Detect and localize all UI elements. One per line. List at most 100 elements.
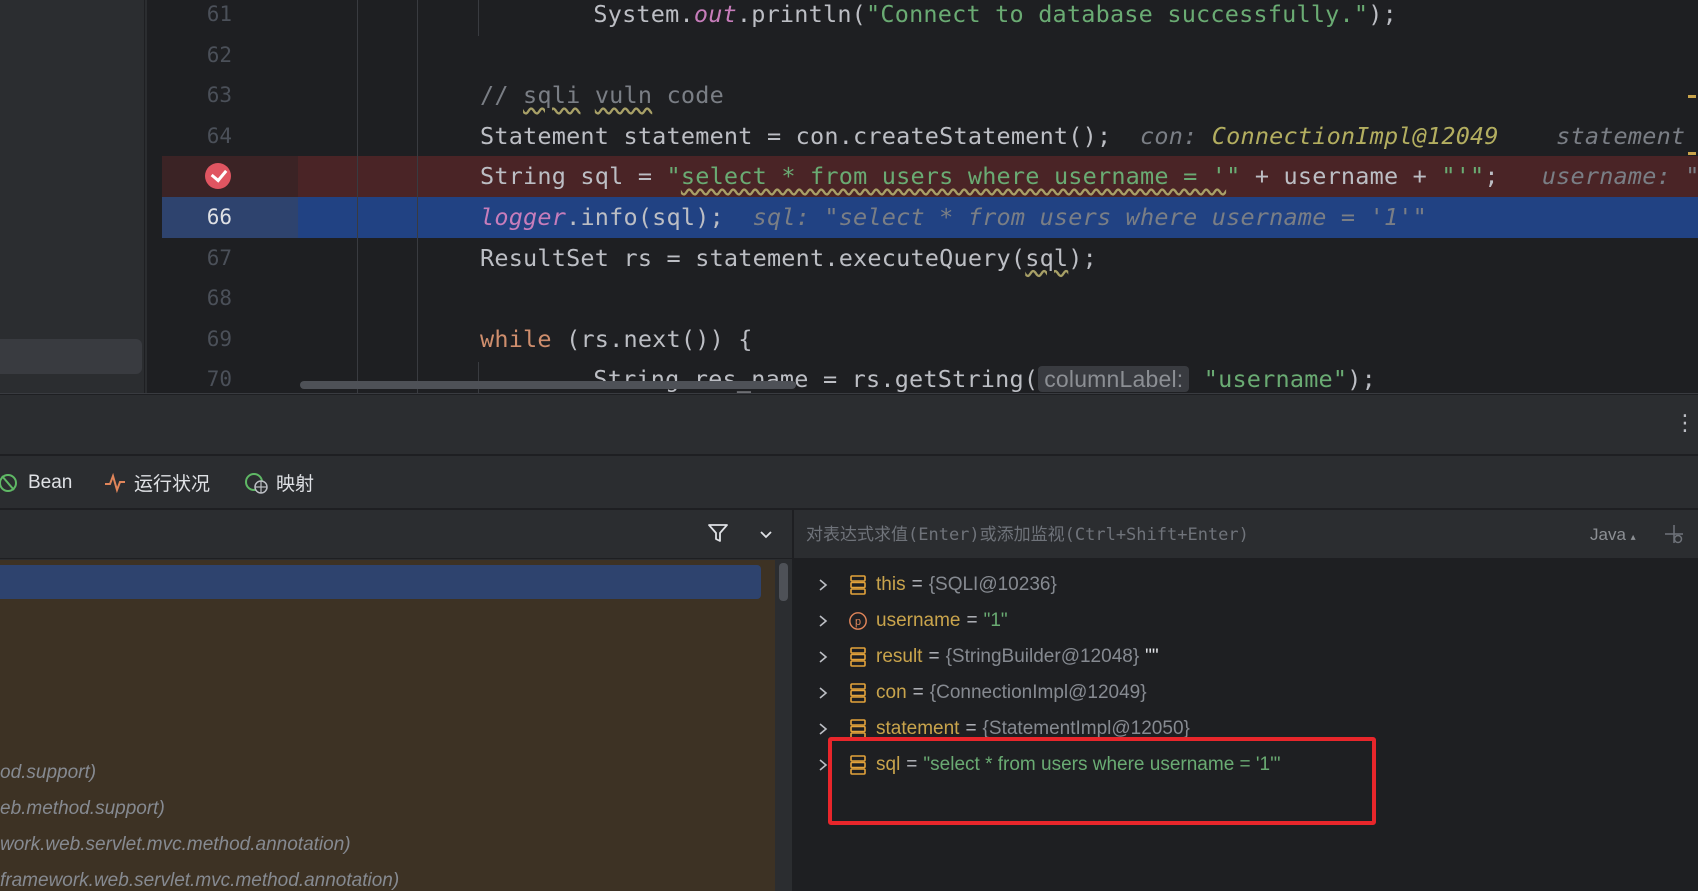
- selected-frame[interactable]: [0, 565, 761, 599]
- code-line[interactable]: 61 System.out.println("Connect to databa…: [162, 0, 1698, 35]
- expand-arrow-icon[interactable]: [818, 578, 830, 592]
- code-text: while (rs.next()) {: [480, 319, 753, 359]
- variable-name: username: [876, 610, 961, 631]
- code-text: System.out.println("Connect to database …: [536, 0, 1397, 34]
- tab-label: Bean: [28, 471, 73, 493]
- frame-item[interactable]: framework.web.servlet.mvc.method.annotat…: [0, 863, 760, 891]
- indent-guide: [357, 0, 358, 394]
- code-token: username: "1": [1541, 162, 1698, 191]
- more-options-button[interactable]: ⋮: [1674, 409, 1696, 439]
- code-token: select * from users where username = ': [680, 162, 1227, 191]
- code-line[interactable]: 68: [162, 278, 1698, 319]
- code-token: statement: [1498, 121, 1686, 150]
- frame-item[interactable]: od.support): [0, 755, 760, 791]
- frames-scrollbar[interactable]: [779, 563, 788, 601]
- code-token: while: [480, 324, 552, 353]
- line-number: 61: [206, 2, 232, 26]
- code-line[interactable]: 62: [162, 35, 1698, 76]
- horizontal-scrollbar[interactable]: [300, 381, 796, 389]
- param-icon: p: [848, 610, 868, 632]
- line-number: 69: [206, 326, 232, 351]
- svg-text:p: p: [855, 616, 861, 628]
- annotation-highlight-box: [828, 737, 1376, 825]
- error-stripe[interactable]: [1686, 0, 1698, 394]
- code-line[interactable]: 66 logger.info(sql); sql: "select * from …: [162, 197, 1698, 238]
- code-token: "'": [1441, 162, 1485, 191]
- code-token: sql: "select * from users where username…: [752, 203, 1427, 231]
- code-token: .println(: [736, 0, 867, 28]
- code-token: con:: [1140, 121, 1212, 150]
- code-token: code: [652, 81, 724, 110]
- code-token: ResultSet rs = statement.executeQuery(: [480, 243, 1026, 272]
- code-token: sqli: [523, 81, 581, 110]
- code-text: // sqli vuln code: [480, 75, 724, 115]
- breakpoint-icon[interactable]: [205, 163, 231, 189]
- frames-list[interactable]: od.support) eb.method.support) work.web.…: [0, 560, 775, 891]
- variable-row-result[interactable]: result = {StringBuilder@12048} "": [794, 639, 1698, 675]
- equals-sign: =: [928, 646, 940, 667]
- code-editor[interactable]: 61 System.out.println("Connect to databa…: [0, 0, 1698, 394]
- code-token: String sql =: [480, 162, 667, 191]
- frames-panel: od.support) eb.method.support) work.web.…: [0, 510, 793, 891]
- tab-label: 运行状况: [134, 474, 211, 495]
- code-token: vuln: [594, 81, 653, 110]
- equals-sign: =: [911, 574, 923, 595]
- line-number: 66: [206, 205, 232, 229]
- filter-icon[interactable]: [707, 522, 729, 548]
- variable-row-con[interactable]: con = {ConnectionImpl@12049}: [794, 675, 1698, 711]
- project-panel-edge: [0, 0, 147, 394]
- variable-value: "1": [983, 610, 1008, 631]
- debug-tabs: Bean 运行状况 映射: [0, 456, 1698, 509]
- field-icon: [848, 682, 868, 704]
- project-panel-selected-item[interactable]: [0, 339, 142, 374]
- expand-arrow-icon[interactable]: [818, 722, 830, 736]
- health-icon: [104, 472, 126, 493]
- variable-name: result: [876, 646, 923, 667]
- evaluate-expression-input[interactable]: [806, 510, 1566, 559]
- indent-guide: [417, 0, 418, 394]
- expand-arrow-icon[interactable]: [818, 686, 830, 700]
- language-select[interactable]: Java ▴: [1590, 510, 1636, 559]
- code-token: System.: [536, 0, 694, 28]
- code-line[interactable]: 67 ResultSet rs = statement.executeQuery(…: [162, 238, 1698, 279]
- code-token: );: [1068, 243, 1097, 272]
- frame-item[interactable]: eb.method.support): [0, 791, 760, 827]
- variable-type: {StringBuilder@12048}: [945, 646, 1140, 667]
- expand-arrow-icon[interactable]: [818, 650, 830, 664]
- code-line[interactable]: 64 Statement statement = con.createStatem…: [162, 116, 1698, 157]
- code-token: + username +: [1240, 162, 1442, 191]
- variables-panel: Java ▴ this={SQLI@10236}pusername="1"res…: [794, 510, 1698, 891]
- variable-row-this[interactable]: this = {SQLI@10236}: [794, 567, 1698, 603]
- code-line[interactable]: 63 // sqli vuln code: [162, 75, 1698, 116]
- field-icon: [848, 574, 868, 596]
- tab-mapping[interactable]: 映射: [244, 456, 314, 509]
- tab-health[interactable]: 运行状况: [104, 456, 210, 509]
- code-token: ": [1226, 162, 1241, 191]
- code-token: Statement statement = con.createStatemen…: [480, 121, 1141, 150]
- line-number: 67: [206, 245, 232, 270]
- code-token: //: [480, 81, 524, 110]
- frame-item[interactable]: work.web.servlet.mvc.method.annotation): [0, 827, 760, 863]
- code-line[interactable]: String sql = "select * from users where …: [162, 156, 1698, 197]
- code-token: logger: [480, 203, 567, 231]
- code-token: "Connect to database successfully.": [866, 0, 1369, 28]
- add-watch-icon[interactable]: [1662, 522, 1686, 550]
- parameter-hint: columnLabel:: [1038, 366, 1190, 393]
- indent-guide: [478, 0, 479, 36]
- code-token: sql: [1025, 243, 1069, 272]
- expand-arrow-icon[interactable]: [818, 614, 830, 628]
- line-number: 64: [206, 123, 232, 148]
- code-text: logger.info(sql); sql: "select * from us…: [480, 197, 1427, 237]
- code-token: String res_name = rs.getString(: [536, 365, 1039, 394]
- tab-label: 映射: [276, 474, 315, 495]
- language-label: Java: [1590, 525, 1626, 544]
- evaluate-bar: Java ▴: [794, 510, 1698, 559]
- code-text: Statement statement = con.createStatemen…: [480, 116, 1685, 156]
- code-token: ConnectionImpl@12049: [1211, 121, 1499, 150]
- code-line[interactable]: 69 while (rs.next()) {: [162, 319, 1698, 360]
- equals-sign: =: [966, 610, 978, 631]
- variable-row-username[interactable]: p username = "1": [794, 603, 1698, 639]
- chevron-down-icon[interactable]: [758, 526, 774, 546]
- tab-bean[interactable]: Bean: [0, 456, 72, 509]
